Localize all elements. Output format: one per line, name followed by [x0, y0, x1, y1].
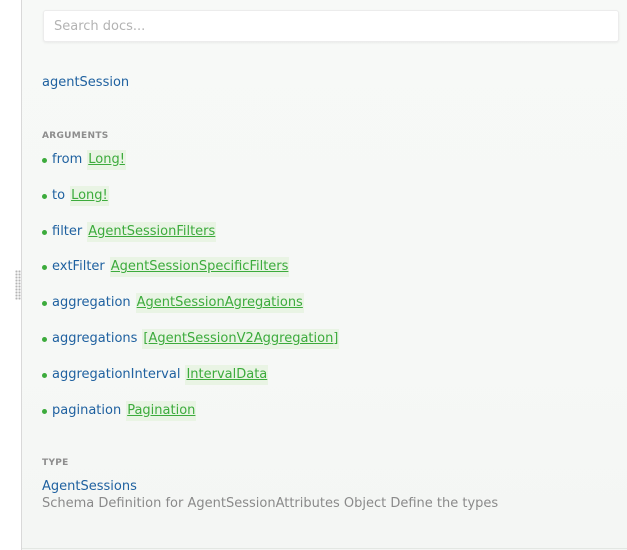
panel-bottom-border: [22, 548, 627, 549]
bullet-icon: [42, 408, 47, 414]
argument-item: aggregationInterval IntervalData: [42, 364, 339, 401]
argument-type-link[interactable]: IntervalData: [185, 364, 269, 385]
argument-type-link[interactable]: Pagination: [126, 400, 197, 421]
argument-name: aggregations: [52, 330, 138, 346]
argument-item: filter AgentSessionFilters: [42, 221, 339, 258]
type-description: Schema Definition for AgentSessionAttrib…: [42, 496, 499, 511]
arguments-list: from Long! to Long! filter AgentSessionF…: [42, 150, 340, 437]
bullet-icon: [42, 336, 47, 342]
argument-type-link[interactable]: Long!: [70, 185, 109, 206]
bullet-icon: [42, 265, 47, 271]
argument-name: filter: [52, 223, 83, 239]
argument-type-link[interactable]: AgentSessionSpecificFilters: [109, 257, 290, 278]
field-name-link[interactable]: agentSession: [42, 75, 129, 90]
bullet-icon: [42, 229, 47, 235]
argument-name: to: [52, 187, 66, 203]
argument-type-link[interactable]: [AgentSessionV2Aggregation]: [142, 328, 340, 349]
argument-type-link[interactable]: AgentSessionFilters: [87, 221, 217, 242]
argument-name: extFilter: [52, 259, 105, 275]
bullet-icon: [42, 372, 47, 378]
argument-item: extFilter AgentSessionSpecificFilters: [42, 257, 339, 293]
type-name-link[interactable]: AgentSessions: [42, 479, 137, 494]
argument-type-link[interactable]: AgentSessionAgregations: [135, 293, 304, 314]
docs-explorer: agentSession ARGUMENTS from Long! to Lon…: [0, 0, 627, 550]
argument-name: from: [52, 152, 83, 167]
argument-name: aggregationInterval: [52, 366, 181, 382]
bullet-icon: [42, 158, 47, 163]
argument-item: aggregation AgentSessionAgregations: [42, 293, 339, 329]
bullet-icon: [42, 301, 47, 307]
argument-name: pagination: [52, 402, 122, 418]
argument-item: aggregations [AgentSessionV2Aggregation]: [42, 328, 340, 365]
argument-item: from Long!: [42, 150, 339, 186]
argument-item: pagination Pagination: [42, 400, 339, 437]
argument-name: aggregation: [52, 295, 131, 311]
argument-item: to Long!: [42, 185, 339, 222]
arguments-section-title: ARGUMENTS: [42, 131, 109, 141]
bullet-icon: [42, 193, 47, 199]
docs-panel: agentSession ARGUMENTS from Long! to Lon…: [22, 0, 627, 550]
type-section-title: TYPE: [42, 458, 69, 468]
drag-handle-icon[interactable]: [15, 270, 21, 300]
search-input[interactable]: [43, 10, 619, 42]
argument-type-link[interactable]: Long!: [87, 150, 126, 170]
